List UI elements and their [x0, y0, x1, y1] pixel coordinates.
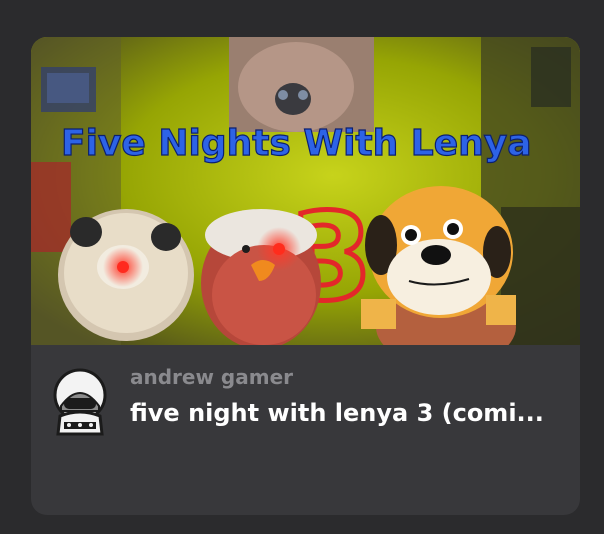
hooded-character-icon[interactable] — [52, 368, 108, 436]
thumbnail-lion-character — [58, 209, 194, 341]
video-thumbnail[interactable]: Five Nights With Lenya 3 — [31, 37, 580, 345]
thumbnail-bird-character — [201, 209, 321, 345]
video-card[interactable]: Five Nights With Lenya 3 andrew gamer fi… — [31, 37, 580, 515]
thumbnail-top-face — [229, 37, 374, 132]
thumbnail-image: Five Nights With Lenya 3 — [31, 37, 580, 345]
previous-item-text-strip — [0, 0, 604, 24]
video-info: andrew gamer five night with lenya 3 (co… — [31, 345, 580, 515]
channel-name[interactable]: andrew gamer — [130, 365, 293, 389]
video-title[interactable]: five night with lenya 3 (comi... — [130, 399, 560, 427]
thumbnail-title-text: Five Nights With Lenya — [61, 123, 532, 164]
